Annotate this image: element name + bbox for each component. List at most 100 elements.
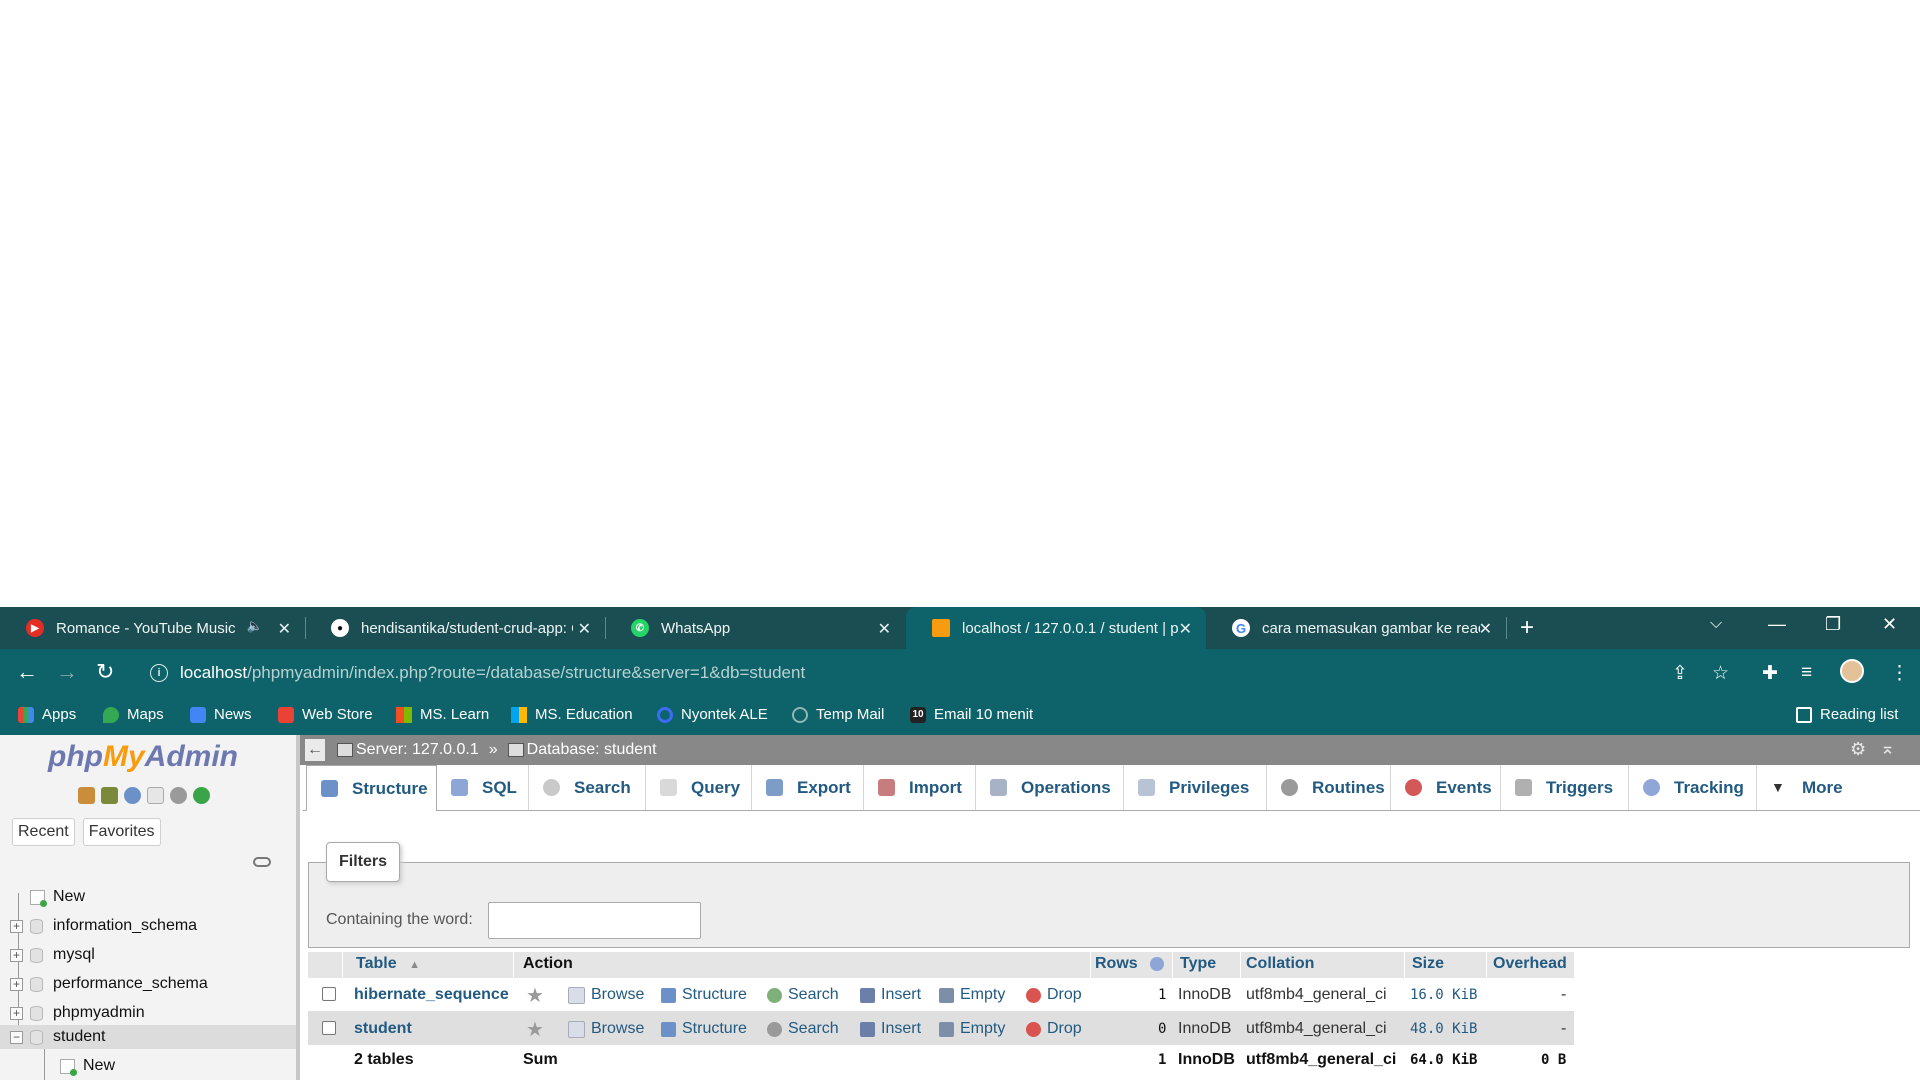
phpmyadmin-logo[interactable]: phpMyAdmin <box>48 740 238 774</box>
speaker-icon[interactable]: 🔈 <box>247 618 263 634</box>
tree-item-new[interactable]: New <box>30 885 85 909</box>
browser-tab-phpmyadmin[interactable]: localhost / 127.0.0.1 / student | p ✕ <box>906 607 1206 649</box>
empty-action[interactable]: Empty <box>939 986 1005 1004</box>
insert-action[interactable]: Insert <box>860 986 921 1004</box>
column-header-table[interactable]: Table ▲ <box>356 955 420 973</box>
close-tab-icon[interactable]: ✕ <box>578 619 591 639</box>
tab-query[interactable]: Query <box>646 765 752 810</box>
drop-action[interactable]: Drop <box>1026 986 1082 1004</box>
expand-icon[interactable]: + <box>10 977 23 991</box>
tab-structure[interactable]: Structure <box>306 765 437 811</box>
back-icon[interactable]: ← <box>16 659 38 685</box>
favorite-star-icon[interactable]: ★ <box>526 983 544 1008</box>
bookmark-temp-mail[interactable]: Temp Mail <box>792 706 884 723</box>
tab-export[interactable]: Export <box>752 765 864 810</box>
browser-tab-google[interactable]: G cara memasukan gambar ke react ✕ <box>1206 607 1506 649</box>
bookmark-news[interactable]: News <box>190 706 252 723</box>
drop-action[interactable]: Drop <box>1026 1020 1082 1038</box>
bookmark-nyontek-ale[interactable]: Nyontek ALE <box>657 706 768 723</box>
tab-triggers[interactable]: Triggers <box>1501 765 1629 810</box>
restore-icon[interactable]: ❐ <box>1825 614 1841 635</box>
bookmark-apps[interactable]: Apps <box>18 706 76 723</box>
help-icon[interactable] <box>1150 956 1165 971</box>
browser-tab-youtube-music[interactable]: ▶ Romance - YouTube Music 🔈 ✕ <box>0 607 305 649</box>
reading-list-button[interactable]: Reading list <box>1796 706 1898 723</box>
breadcrumb-server[interactable]: Server: 127.0.0.1 <box>356 741 479 759</box>
close-tab-icon[interactable]: ✕ <box>278 619 291 639</box>
close-tab-icon[interactable]: ✕ <box>1479 619 1492 639</box>
bookmark-ms-learn[interactable]: MS. Learn <box>396 706 489 723</box>
column-header-overhead[interactable]: Overhead <box>1493 955 1567 973</box>
recent-tab[interactable]: Recent <box>12 818 75 846</box>
site-info-icon[interactable]: i <box>150 664 168 682</box>
tab-sql[interactable]: SQL <box>437 765 529 810</box>
menu-kebab-icon[interactable]: ⋮ <box>1890 662 1909 685</box>
filter-word-input[interactable] <box>488 902 701 939</box>
tab-import[interactable]: Import <box>864 765 976 810</box>
tab-privileges[interactable]: Privileges <box>1124 765 1267 810</box>
column-header-rows[interactable]: Rows <box>1095 955 1165 973</box>
bookmark-maps[interactable]: Maps <box>103 706 164 723</box>
tab-events[interactable]: Events <box>1391 765 1501 810</box>
column-header-type[interactable]: Type <box>1180 955 1216 973</box>
bookmark-email-10-menit[interactable]: 10 Email 10 menit <box>910 706 1033 723</box>
table-name-link[interactable]: student <box>354 1020 412 1038</box>
structure-action[interactable]: Structure <box>661 986 747 1004</box>
table-name-link[interactable]: hibernate_sequence <box>354 986 509 1004</box>
insert-action[interactable]: Insert <box>860 1020 921 1038</box>
close-tab-icon[interactable]: ✕ <box>1179 619 1192 639</box>
link-with-main-icon[interactable] <box>253 857 271 867</box>
row-checkbox[interactable] <box>322 987 336 1001</box>
settings-icon[interactable] <box>170 787 187 804</box>
structure-action[interactable]: Structure <box>661 1020 747 1038</box>
extensions-icon[interactable]: ✚ <box>1762 662 1778 685</box>
favorite-star-icon[interactable]: ★ <box>526 1017 544 1042</box>
address-bar[interactable]: i localhost/phpmyadmin/index.php?route=/… <box>138 655 1730 691</box>
favorites-tab[interactable]: Favorites <box>82 818 161 846</box>
search-action[interactable]: Search <box>767 986 839 1004</box>
close-window-icon[interactable]: ✕ <box>1882 614 1897 635</box>
tab-routines[interactable]: Routines <box>1267 765 1391 810</box>
browse-action[interactable]: Browse <box>568 986 644 1004</box>
browser-tab-github[interactable]: ● hendisantika/student-crud-app: C ✕ <box>305 607 605 649</box>
share-icon[interactable]: ⇪ <box>1672 662 1688 685</box>
row-checkbox[interactable] <box>322 1021 336 1035</box>
expand-icon[interactable]: + <box>10 1006 23 1020</box>
logout-icon[interactable] <box>101 787 118 804</box>
column-header-collation[interactable]: Collation <box>1246 955 1314 973</box>
browse-action[interactable]: Browse <box>568 1020 644 1038</box>
tree-item-student-new[interactable]: New <box>60 1054 115 1078</box>
tree-item-performance-schema[interactable]: + performance_schema <box>10 972 208 996</box>
search-action[interactable]: Search <box>767 1020 839 1038</box>
tree-item-student[interactable]: − student <box>10 1025 105 1049</box>
collapse-top-icon[interactable]: ⌅ <box>1880 738 1895 759</box>
size-link[interactable]: 48.0 KiB <box>1410 1021 1477 1037</box>
tab-operations[interactable]: Operations <box>976 765 1124 810</box>
browser-tab-whatsapp[interactable]: ✆ WhatsApp ✕ <box>605 607 905 649</box>
tab-more[interactable]: ▼ More <box>1757 765 1845 810</box>
bookmark-star-icon[interactable]: ☆ <box>1712 662 1729 685</box>
breadcrumb-database[interactable]: Database: student <box>527 741 657 759</box>
size-link[interactable]: 16.0 KiB <box>1410 987 1477 1003</box>
tab-search-icon[interactable]: ⌵ <box>1710 615 1722 633</box>
tab-tracking[interactable]: Tracking <box>1629 765 1757 810</box>
column-header-size[interactable]: Size <box>1412 955 1444 973</box>
media-control-icon[interactable]: ≡ <box>1801 662 1812 684</box>
bookmark-ms-education[interactable]: MS. Education <box>511 706 633 723</box>
help-icon[interactable] <box>124 787 141 804</box>
tab-search[interactable]: Search <box>529 765 646 810</box>
close-tab-icon[interactable]: ✕ <box>878 619 891 639</box>
home-icon[interactable] <box>78 787 95 804</box>
docs-icon[interactable] <box>147 787 164 804</box>
profile-avatar[interactable] <box>1840 659 1864 683</box>
expand-icon[interactable]: + <box>10 919 23 933</box>
page-settings-icon[interactable]: ⚙ <box>1850 739 1866 760</box>
reload-icon[interactable]: ↻ <box>96 659 114 685</box>
new-tab-icon[interactable]: + <box>1520 614 1534 642</box>
tree-item-mysql[interactable]: + mysql <box>10 943 95 967</box>
tree-item-phpmyadmin[interactable]: + phpmyadmin <box>10 1001 145 1025</box>
forward-icon[interactable]: → <box>56 659 78 685</box>
collapse-nav-icon[interactable]: ← <box>305 739 325 761</box>
reload-nav-icon[interactable] <box>193 787 210 804</box>
minimize-icon[interactable]: — <box>1768 614 1786 635</box>
